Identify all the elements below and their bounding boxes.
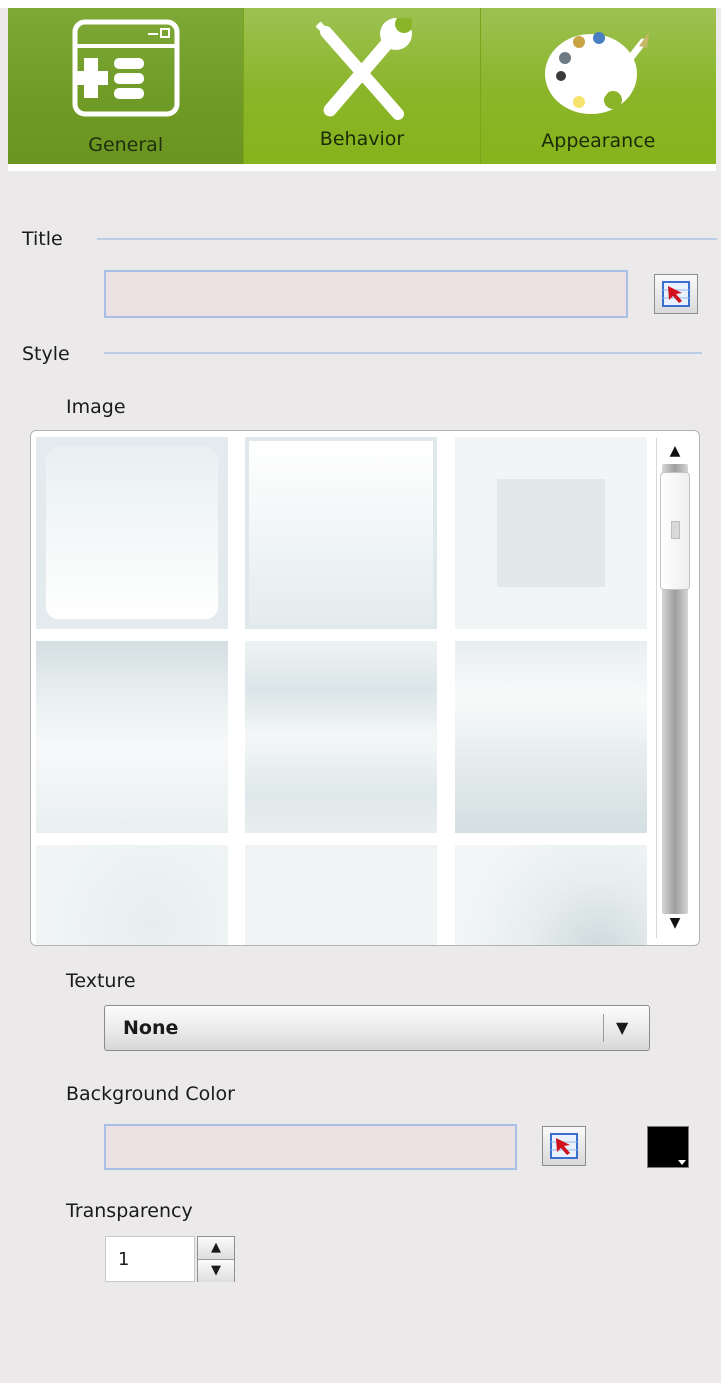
style-section-label: Style	[22, 343, 70, 365]
dropdown-separator	[603, 1014, 604, 1042]
style-thumb-8[interactable]	[245, 845, 437, 945]
tab-behavior-label: Behavior	[319, 128, 405, 150]
transparency-stepper[interactable]: ▲ ▼	[197, 1236, 235, 1282]
tab-bar: General Behavior Appearance	[8, 8, 716, 164]
texture-selected-value: None	[123, 1017, 179, 1039]
color-swatch-button[interactable]	[647, 1126, 689, 1168]
style-divider	[104, 352, 702, 354]
title-divider	[97, 238, 717, 240]
style-thumb-5[interactable]	[245, 641, 437, 833]
style-thumb-7[interactable]	[36, 845, 228, 945]
background-color-label: Background Color	[66, 1083, 235, 1105]
background-color-picker-button[interactable]	[542, 1126, 586, 1166]
style-thumb-3[interactable]	[455, 437, 647, 629]
transparency-label: Transparency	[66, 1200, 193, 1222]
style-thumb-1[interactable]	[36, 437, 228, 629]
stepper-down-icon[interactable]: ▼	[198, 1259, 234, 1282]
top-border	[0, 0, 721, 8]
transparency-input[interactable]: 1	[105, 1236, 195, 1282]
scroll-up-icon[interactable]: ▲	[662, 440, 688, 462]
wrench-screwdriver-icon	[312, 15, 413, 126]
swatch-dropdown-icon	[678, 1160, 686, 1165]
tab-appearance-label: Appearance	[541, 130, 656, 152]
tab-general[interactable]: General	[8, 8, 245, 164]
cursor-select-icon	[662, 281, 690, 307]
cursor-select-icon	[550, 1133, 578, 1159]
tab-underline	[8, 164, 716, 171]
style-thumb-2[interactable]	[245, 437, 437, 629]
title-input[interactable]	[104, 270, 628, 318]
style-thumb-9[interactable]	[455, 845, 647, 945]
style-thumb-4[interactable]	[36, 641, 228, 833]
gallery-scrollbar[interactable]: ▲ ▼	[656, 438, 692, 938]
tab-behavior[interactable]: Behavior	[244, 8, 481, 164]
title-section-label: Title	[22, 228, 63, 250]
texture-dropdown[interactable]: None ▼	[104, 1005, 650, 1051]
image-gallery	[30, 430, 700, 946]
texture-label: Texture	[66, 970, 136, 992]
scroll-thumb[interactable]	[660, 472, 690, 590]
transparency-value: 1	[118, 1249, 130, 1270]
image-label: Image	[66, 396, 126, 418]
window-form-icon	[70, 18, 182, 126]
tab-general-label: General	[88, 134, 164, 156]
style-thumb-6[interactable]	[455, 641, 647, 833]
stepper-up-icon[interactable]: ▲	[198, 1237, 234, 1259]
tab-appearance[interactable]: Appearance	[480, 8, 716, 164]
background-color-input[interactable]	[104, 1124, 517, 1170]
title-picker-button[interactable]	[654, 274, 698, 314]
palette-icon	[543, 18, 653, 126]
scroll-down-icon[interactable]: ▼	[662, 912, 688, 934]
chevron-down-icon[interactable]: ▼	[616, 1018, 628, 1037]
